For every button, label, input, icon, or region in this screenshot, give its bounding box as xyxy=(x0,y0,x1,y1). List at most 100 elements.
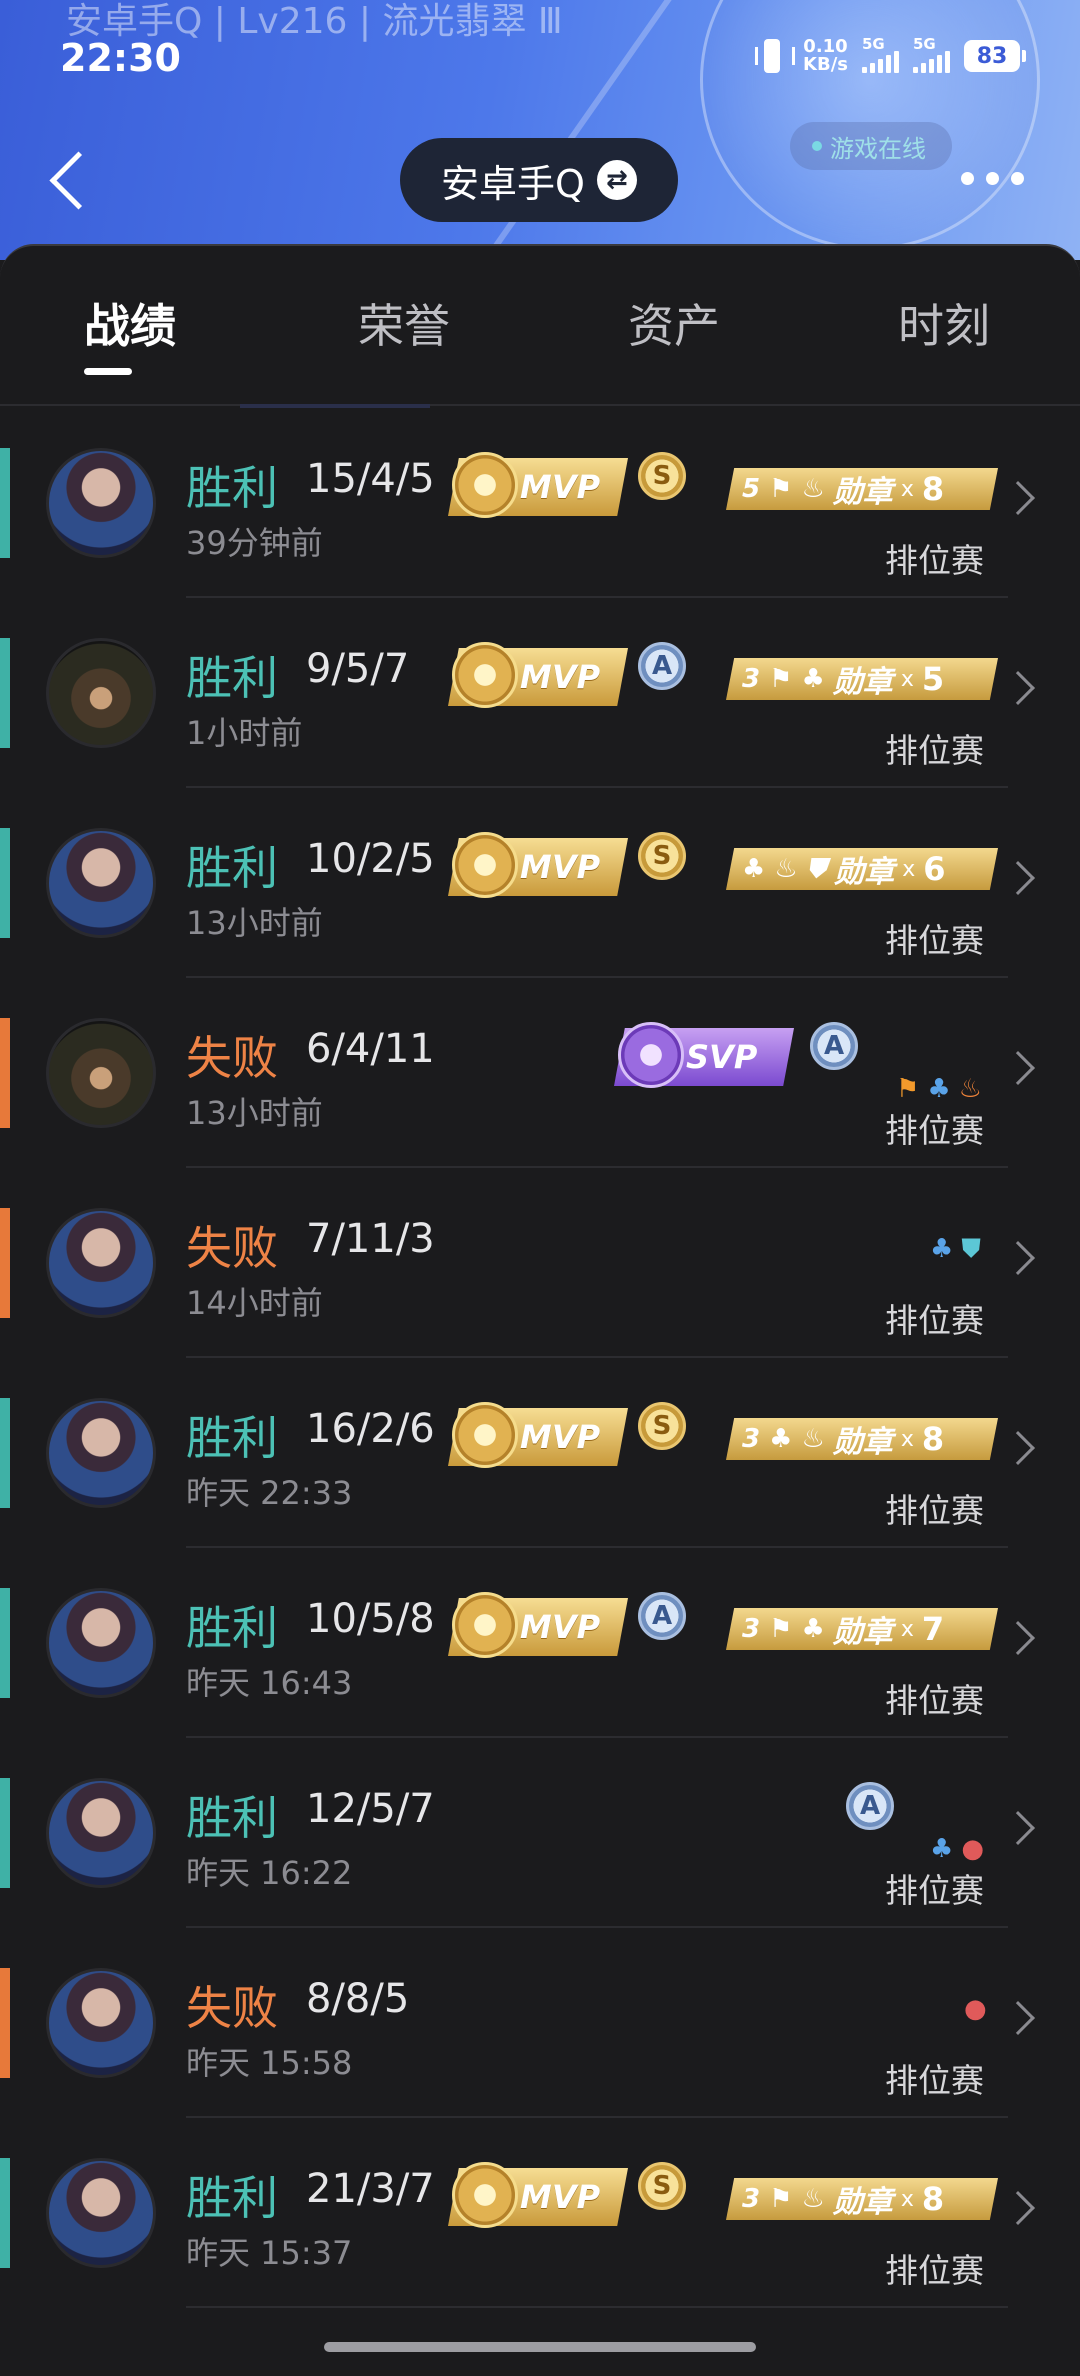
match-result: 胜利 xyxy=(186,461,278,515)
match-row[interactable]: 胜利 10/5/8 昨天 16:43 排位赛 MVP A 3 ⚑ ♣ 勋章 x 7 xyxy=(0,1546,1080,1738)
signal-icon: 5G xyxy=(913,35,950,73)
chevron-right-icon xyxy=(1001,861,1035,895)
medal-multiplier: x xyxy=(900,476,914,502)
flag-icon: ⚑ xyxy=(896,1074,920,1104)
tab-honor[interactable]: 荣誉 xyxy=(358,290,450,356)
match-row[interactable]: 胜利 10/2/5 13小时前 排位赛 MVP S ♣ ♨ ⛊ 勋章 x 6 xyxy=(0,786,1080,978)
medal-icons: 3 ⚑ ♣ xyxy=(742,1614,825,1644)
match-row[interactable]: 胜利 15/4/5 39分钟前 排位赛 MVP S 5 ⚑ ♨ 勋章 x 8 xyxy=(0,406,1080,598)
match-time: 14小时前 xyxy=(186,1284,323,1322)
medal-count-badge: 3 ⚑ ♣ 勋章 x 5 xyxy=(726,658,998,700)
grade-a-icon: A xyxy=(638,642,686,690)
grade-s-icon: S xyxy=(638,1402,686,1450)
medal-label: 勋章 xyxy=(832,665,893,700)
medal-label: 勋章 xyxy=(832,475,893,510)
hero-avatar xyxy=(46,1018,156,1128)
back-button[interactable] xyxy=(46,148,86,212)
achievement-icons: ♣ ⛊ xyxy=(930,1234,981,1265)
match-time: 昨天 15:58 xyxy=(186,2044,353,2082)
swap-icon: ⇄ xyxy=(596,160,637,200)
tab-moments[interactable]: 时刻 xyxy=(898,290,990,356)
account-switcher[interactable]: 安卓手Q ⇄ xyxy=(400,138,678,222)
account-name: 安卓手Q xyxy=(441,161,585,206)
mvp-medal-icon xyxy=(452,452,518,518)
match-mode: 排位赛 xyxy=(885,1111,984,1150)
match-row[interactable]: 失败 8/8/5 昨天 15:58 排位赛 ● xyxy=(0,1926,1080,2118)
triple-kill-icon: ♣ xyxy=(930,1834,954,1864)
grade-s-icon: S xyxy=(638,832,686,880)
achievement-icons: ⚑ ♣ ♨ xyxy=(896,1074,982,1104)
mvp-medal-icon xyxy=(452,642,518,708)
status-icons: 0.10 KB/s 5G 5G 83 xyxy=(755,35,1026,74)
medal-icons: 5 ⚑ ♨ xyxy=(742,474,825,504)
match-mode: 排位赛 xyxy=(885,1871,984,1910)
medal-label: 勋章 xyxy=(832,2185,893,2220)
match-row[interactable]: 胜利 9/5/7 1小时前 排位赛 MVP A 3 ⚑ ♣ 勋章 x 5 xyxy=(0,596,1080,788)
medal-multiplier: x xyxy=(900,1616,914,1642)
mvp-medal-icon xyxy=(452,832,518,898)
grade-a-icon: A xyxy=(638,1592,686,1640)
shield-icon: ⛊ xyxy=(961,1234,981,1264)
medal-count-badge: 3 ⚑ ♣ 勋章 x 7 xyxy=(726,1608,998,1650)
active-tab-indicator xyxy=(84,368,132,375)
home-indicator[interactable] xyxy=(324,2342,756,2352)
match-row[interactable]: 胜利 21/3/7 昨天 15:37 排位赛 MVP S 3 ⚑ ♨ 勋章 x 8 xyxy=(0,2116,1080,2308)
kda-score: 7/11/3 xyxy=(306,1216,435,1262)
win-indicator xyxy=(0,1588,10,1698)
hero-avatar xyxy=(46,1398,156,1508)
match-time: 昨天 16:43 xyxy=(186,1664,353,1702)
match-mode: 排位赛 xyxy=(885,1681,984,1720)
medal-count-badge: 3 ♣ ♨ 勋章 x 8 xyxy=(726,1418,998,1460)
match-row[interactable]: 失败 7/11/3 14小时前 排位赛 ♣ ⛊ xyxy=(0,1166,1080,1358)
mvp-medal-icon xyxy=(452,1402,518,1468)
profile-header: 安卓手Q | Lv216 | 流光翡翠 Ⅲ 22:30 0.10 KB/s 5G… xyxy=(0,0,1080,260)
medal-count: 8 xyxy=(921,2180,945,2218)
medal-icons: 3 ♣ ♨ xyxy=(742,1424,825,1454)
match-time: 昨天 22:33 xyxy=(186,1474,353,1512)
match-time: 昨天 16:22 xyxy=(186,1854,353,1892)
achievement-icons: ● xyxy=(964,1994,987,2024)
medal-count-badge: ♣ ♨ ⛊ 勋章 x 6 xyxy=(726,848,998,890)
match-mode: 排位赛 xyxy=(885,1301,984,1340)
win-indicator xyxy=(0,828,10,938)
kda-score: 16/2/6 xyxy=(306,1406,435,1452)
medal-multiplier: x xyxy=(900,1426,914,1452)
chevron-right-icon xyxy=(1001,1241,1035,1275)
chevron-right-icon xyxy=(1001,481,1035,515)
loss-indicator xyxy=(0,1968,10,2078)
medal-icons: 3 ⚑ ♣ xyxy=(742,664,825,694)
mvp-medal-icon xyxy=(452,1592,518,1658)
kda-score: 10/2/5 xyxy=(306,836,435,882)
match-row[interactable]: 失败 6/4/11 13小时前 排位赛 SVP A ⚑ ♣ ♨ xyxy=(0,976,1080,1168)
more-options-button[interactable] xyxy=(961,172,1024,185)
match-result: 胜利 xyxy=(186,1791,278,1845)
match-row[interactable]: 胜利 16/2/6 昨天 22:33 排位赛 MVP S 3 ♣ ♨ 勋章 x 8 xyxy=(0,1356,1080,1548)
match-result: 胜利 xyxy=(186,2171,278,2225)
chevron-right-icon xyxy=(1001,1051,1035,1085)
match-result: 胜利 xyxy=(186,841,278,895)
match-result: 胜利 xyxy=(186,1601,278,1655)
row-divider xyxy=(186,2306,1008,2308)
online-dot-icon xyxy=(812,141,822,151)
chevron-right-icon xyxy=(1001,671,1035,705)
medal-label: 勋章 xyxy=(832,1425,893,1460)
match-time: 1小时前 xyxy=(186,714,303,752)
medal-icons: 3 ⚑ ♨ xyxy=(742,2184,825,2214)
chevron-right-icon xyxy=(1001,2001,1035,2035)
tab-record[interactable]: 战绩 xyxy=(84,290,176,356)
win-indicator xyxy=(0,448,10,558)
blood-drop-icon: ● xyxy=(964,1994,987,2024)
grade-s-icon: S xyxy=(638,452,686,500)
kda-score: 12/5/7 xyxy=(306,1786,435,1832)
hero-avatar xyxy=(46,638,156,748)
medal-count: 8 xyxy=(921,470,945,508)
match-row[interactable]: 胜利 12/5/7 昨天 16:22 排位赛 A ♣ ● xyxy=(0,1736,1080,1928)
match-time: 39分钟前 xyxy=(186,524,323,562)
match-time: 昨天 15:37 xyxy=(186,2234,353,2272)
match-mode: 排位赛 xyxy=(885,921,984,960)
match-time: 13小时前 xyxy=(186,904,323,942)
tab-assets[interactable]: 资产 xyxy=(628,290,720,356)
achievement-icons: ♣ ● xyxy=(930,1834,984,1864)
hero-avatar xyxy=(46,448,156,558)
grade-s-icon: S xyxy=(638,2162,686,2210)
